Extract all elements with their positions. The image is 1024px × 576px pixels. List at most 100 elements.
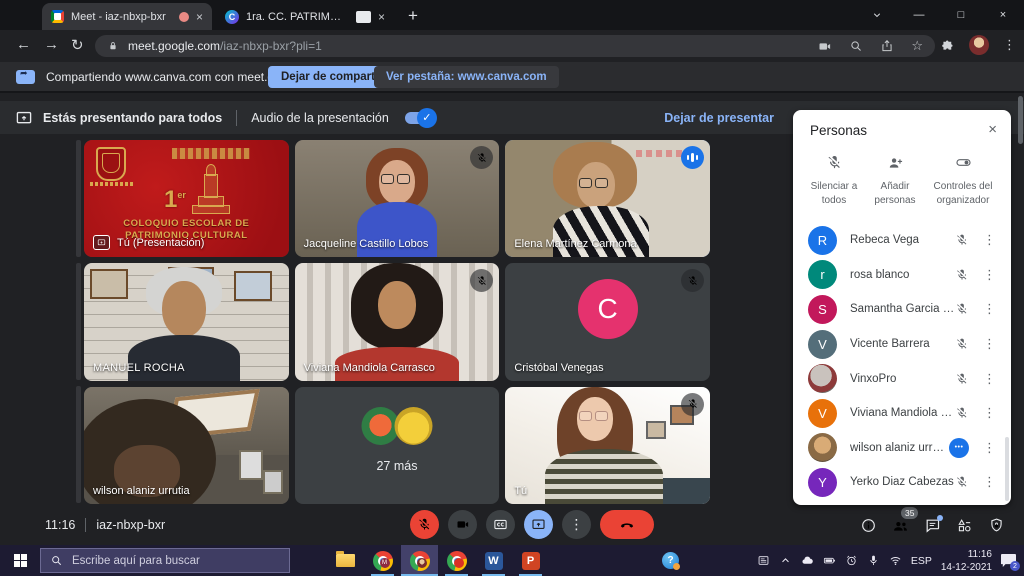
wall-photo [234,271,272,301]
stop-presenting-button[interactable]: Dejar de presentar [664,111,774,125]
cropped-tile-edge [76,263,81,380]
chrome-profile1-button[interactable]: M [364,545,401,576]
tile-name: Viviana Mandiola Carrasco [304,362,435,374]
participant-menu-icon[interactable]: ⋮ [983,405,996,421]
mic-off-icon[interactable] [955,302,969,316]
more-options-button[interactable]: ⋮ [562,510,591,539]
chrome-active-button[interactable] [401,545,438,576]
participant-menu-icon[interactable]: ⋮ [983,267,996,283]
activities-button[interactable] [956,517,973,534]
extensions-puzzle-icon[interactable] [940,38,955,53]
end-call-button[interactable] [600,510,654,539]
overflow-count: 27 más [295,459,500,473]
onedrive-cloud-icon[interactable] [801,554,814,567]
maximize-button[interactable]: □ [940,9,982,21]
people-count-badge: 35 [901,507,918,519]
close-window-button[interactable]: × [982,9,1024,21]
host-controls-button[interactable]: Controles del organizador [928,154,998,208]
refresh-button[interactable]: ↻ [71,36,84,54]
participant-menu-icon[interactable]: ⋮ [983,301,996,317]
view-tab-button[interactable]: Ver pestaña: www.canva.com [374,66,559,88]
mic-off-icon[interactable] [955,337,969,351]
participant-menu-icon[interactable]: ⋮ [983,336,996,352]
tile-viviana[interactable]: Viviana Mandiola Carrasco [295,263,500,380]
tile-elena[interactable]: Elena Martínez Carmona [505,140,710,257]
tab-search-icon[interactable] [856,9,898,21]
forward-button[interactable]: → [44,36,59,53]
mic-off-icon[interactable] [955,475,969,489]
start-button[interactable] [0,545,40,576]
tile-cristobal[interactable]: C Cristóbal Venegas [505,263,710,380]
participant-menu-icon[interactable]: ⋮ [983,440,996,456]
participant-row: Y Yerko Diaz Cabezas ⋮ [793,465,1011,500]
chat-button[interactable] [924,517,941,534]
page-scrollbar[interactable] [1018,96,1023,144]
profile-avatar[interactable] [969,35,989,55]
search-placeholder: Escribe aquí para buscar [72,555,200,567]
speaking-indicator-icon: ••• [949,438,969,458]
word-button[interactable]: W [475,545,512,576]
taskbar-search[interactable]: Escribe aquí para buscar [40,548,290,573]
chrome-profile2-button[interactable] [438,545,475,576]
powerpoint-button[interactable]: P [512,545,549,576]
microphone-tray-icon[interactable] [867,554,880,567]
back-button[interactable]: ← [16,36,31,53]
add-people-button[interactable]: Añadir personas [868,154,922,208]
close-panel-icon[interactable]: × [988,121,997,138]
participant-menu-icon[interactable]: ⋮ [983,371,996,387]
share-icon[interactable] [880,39,894,53]
presentation-audio-toggle[interactable]: ✓ [405,112,435,124]
meeting-details-button[interactable] [860,517,877,534]
search-icon[interactable] [849,39,863,53]
tile-jacqueline[interactable]: Jacqueline Castillo Lobos [295,140,500,257]
participant-row: r rosa blanco ⋮ [793,258,1011,293]
new-tab-button[interactable]: + [408,6,418,26]
help-tray-icon[interactable]: ? [662,552,679,569]
address-bar[interactable]: meet.google.com/iaz-nbxp-bxr?pli=1 ☆ [95,35,935,57]
present-button[interactable] [524,510,553,539]
mic-off-icon[interactable] [955,372,969,386]
bookmark-star-icon[interactable]: ☆ [911,38,923,54]
avatar: V [808,330,837,359]
person-add-icon [887,154,904,171]
show-hidden-icons-chevron[interactable] [779,554,792,567]
battery-icon[interactable] [823,554,836,567]
captions-button[interactable] [486,510,515,539]
participant-menu-icon[interactable]: ⋮ [983,232,996,248]
tab-close-icon[interactable]: × [378,10,385,24]
meet-favicon-icon [51,10,64,23]
presenting-status: Estás presentando para todos [43,111,222,125]
camera-button[interactable] [448,510,477,539]
tab-close-icon[interactable]: × [196,10,203,24]
panel-scrollbar[interactable] [1005,437,1009,501]
mic-off-icon[interactable] [955,268,969,282]
tab-canva[interactable]: C 1ra. CC. PATRIMONIO CULTURAL 2 × [216,3,394,30]
minimize-button[interactable]: — [898,9,940,21]
panel-title: Personas [810,123,867,138]
camera-in-use-icon[interactable] [817,39,832,54]
taskbar-clock[interactable]: 11:16 14-12-2021 [941,548,992,574]
tile-name: MANUEL ROCHA [93,362,185,374]
tile-overflow[interactable]: 27 más [295,387,500,504]
tile-wilson[interactable]: wilson alaniz urrutia [84,387,289,504]
tile-presentation[interactable]: 1er COLOQUIO ESCOLAR DE PATRIMONIO CULTU… [84,140,289,257]
mic-off-icon[interactable] [955,233,969,247]
mute-all-button[interactable]: Silenciar a todos [806,154,862,208]
people-button[interactable]: 35 [892,517,909,534]
wifi-icon[interactable] [889,554,902,567]
action-center-button[interactable]: 2 [1001,554,1016,567]
participant-menu-icon[interactable]: ⋮ [983,474,996,490]
browser-menu-icon[interactable]: ⋮ [1003,37,1016,53]
mic-button[interactable] [410,510,439,539]
language-indicator[interactable]: ESP [911,555,932,567]
tab-meet[interactable]: Meet - iaz-nbxp-bxr × [42,3,212,30]
participant-row: VinxoPro ⋮ [793,361,1011,396]
tab-title: 1ra. CC. PATRIMONIO CULTURAL 2 [246,11,349,23]
tile-self[interactable]: Tú [505,387,710,504]
mic-off-icon[interactable] [955,406,969,420]
news-widget-icon[interactable] [757,554,770,567]
alarm-clock-icon[interactable] [845,554,858,567]
tile-manuel[interactable]: MANUEL ROCHA [84,263,289,380]
file-explorer-button[interactable] [327,545,364,576]
host-controls-shield-button[interactable] [988,517,1005,534]
